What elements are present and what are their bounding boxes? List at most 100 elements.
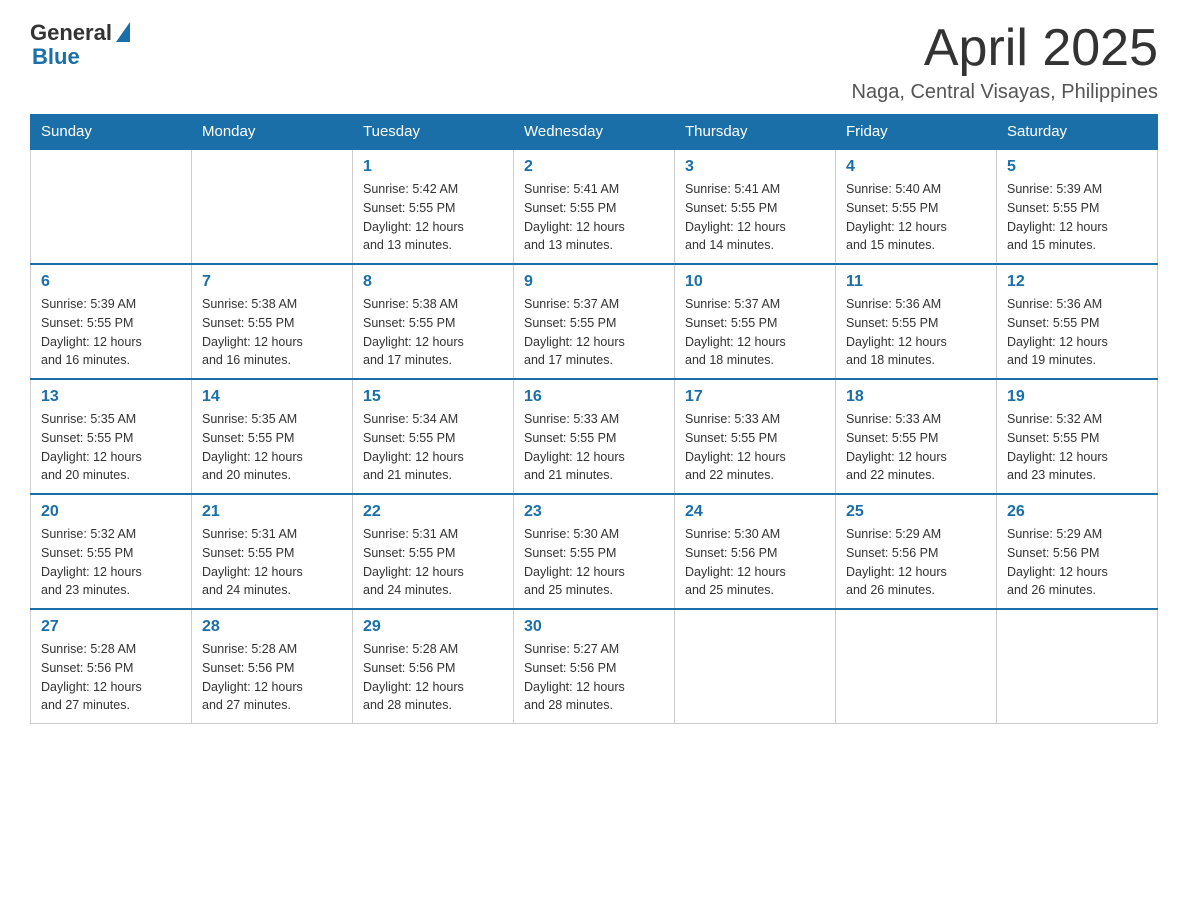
day-number: 20 xyxy=(41,503,181,521)
day-info: Sunrise: 5:31 AM Sunset: 5:55 PM Dayligh… xyxy=(202,525,342,600)
day-number: 13 xyxy=(41,388,181,406)
calendar-day-header: Sunday xyxy=(31,115,192,150)
calendar-day-header: Monday xyxy=(192,115,353,150)
day-number: 30 xyxy=(524,618,664,636)
logo-blue-text: Blue xyxy=(32,44,80,70)
calendar-cell: 11Sunrise: 5:36 AM Sunset: 5:55 PM Dayli… xyxy=(836,264,997,379)
day-number: 25 xyxy=(846,503,986,521)
day-number: 1 xyxy=(363,158,503,176)
day-number: 10 xyxy=(685,273,825,291)
calendar-week-row: 27 Sunrise: 5:28 AM Sunset: 5:56 PM Dayli… xyxy=(31,609,1158,724)
calendar-cell: 23Sunrise: 5:30 AM Sunset: 5:55 PM Dayli… xyxy=(514,494,675,609)
day-number: 26 xyxy=(1007,503,1147,521)
calendar-cell: 29 Sunrise: 5:28 AM Sunset: 5:56 PM Dayli… xyxy=(353,609,514,724)
day-number: 21 xyxy=(202,503,342,521)
day-number: 15 xyxy=(363,388,503,406)
calendar-cell: 17 Sunrise: 5:33 AM Sunset: 5:55 PM Dayli… xyxy=(675,379,836,494)
calendar-cell xyxy=(836,609,997,724)
calendar-cell: 16 Sunrise: 5:33 AM Sunset: 5:55 PM Dayli… xyxy=(514,379,675,494)
calendar-cell: 7 Sunrise: 5:38 AM Sunset: 5:55 PM Daylig… xyxy=(192,264,353,379)
day-number: 17 xyxy=(685,388,825,406)
day-number: 23 xyxy=(524,503,664,521)
calendar-cell: 12 Sunrise: 5:36 AM Sunset: 5:55 PM Dayli… xyxy=(997,264,1158,379)
calendar-day-header: Saturday xyxy=(997,115,1158,150)
title-section: April 2025 Naga, Central Visayas, Philip… xyxy=(852,20,1158,104)
day-number: 4 xyxy=(846,158,986,176)
day-number: 8 xyxy=(363,273,503,291)
calendar-cell: 5 Sunrise: 5:39 AM Sunset: 5:55 PM Daylig… xyxy=(997,149,1158,264)
calendar-cell xyxy=(675,609,836,724)
calendar-cell xyxy=(31,149,192,264)
calendar-cell: 2 Sunrise: 5:41 AM Sunset: 5:55 PM Daylig… xyxy=(514,149,675,264)
day-info: Sunrise: 5:35 AM Sunset: 5:55 PM Dayligh… xyxy=(202,410,342,485)
day-info: Sunrise: 5:39 AM Sunset: 5:55 PM Dayligh… xyxy=(41,295,181,370)
calendar-cell: 22Sunrise: 5:31 AM Sunset: 5:55 PM Dayli… xyxy=(353,494,514,609)
calendar-location: Naga, Central Visayas, Philippines xyxy=(852,81,1158,104)
day-info: Sunrise: 5:38 AM Sunset: 5:55 PM Dayligh… xyxy=(202,295,342,370)
day-number: 6 xyxy=(41,273,181,291)
day-info: Sunrise: 5:36 AM Sunset: 5:55 PM Dayligh… xyxy=(846,295,986,370)
calendar-day-header: Friday xyxy=(836,115,997,150)
day-info: Sunrise: 5:40 AM Sunset: 5:55 PM Dayligh… xyxy=(846,180,986,255)
day-info: Sunrise: 5:37 AM Sunset: 5:55 PM Dayligh… xyxy=(524,295,664,370)
day-info: Sunrise: 5:33 AM Sunset: 5:55 PM Dayligh… xyxy=(524,410,664,485)
day-number: 3 xyxy=(685,158,825,176)
day-info: Sunrise: 5:31 AM Sunset: 5:55 PM Dayligh… xyxy=(363,525,503,600)
calendar-day-header: Tuesday xyxy=(353,115,514,150)
day-info: Sunrise: 5:41 AM Sunset: 5:55 PM Dayligh… xyxy=(524,180,664,255)
day-number: 18 xyxy=(846,388,986,406)
day-info: Sunrise: 5:28 AM Sunset: 5:56 PM Dayligh… xyxy=(202,640,342,715)
calendar-table: SundayMondayTuesdayWednesdayThursdayFrid… xyxy=(30,114,1158,724)
day-info: Sunrise: 5:41 AM Sunset: 5:55 PM Dayligh… xyxy=(685,180,825,255)
calendar-cell: 4 Sunrise: 5:40 AM Sunset: 5:55 PM Daylig… xyxy=(836,149,997,264)
day-info: Sunrise: 5:36 AM Sunset: 5:55 PM Dayligh… xyxy=(1007,295,1147,370)
calendar-cell: 13 Sunrise: 5:35 AM Sunset: 5:55 PM Dayli… xyxy=(31,379,192,494)
calendar-cell: 15 Sunrise: 5:34 AM Sunset: 5:55 PM Dayli… xyxy=(353,379,514,494)
day-info: Sunrise: 5:28 AM Sunset: 5:56 PM Dayligh… xyxy=(41,640,181,715)
calendar-cell xyxy=(997,609,1158,724)
day-info: Sunrise: 5:38 AM Sunset: 5:55 PM Dayligh… xyxy=(363,295,503,370)
calendar-cell: 25 Sunrise: 5:29 AM Sunset: 5:56 PM Dayli… xyxy=(836,494,997,609)
day-info: Sunrise: 5:33 AM Sunset: 5:55 PM Dayligh… xyxy=(846,410,986,485)
day-number: 24 xyxy=(685,503,825,521)
day-number: 19 xyxy=(1007,388,1147,406)
day-number: 9 xyxy=(524,273,664,291)
calendar-week-row: 6 Sunrise: 5:39 AM Sunset: 5:55 PM Daylig… xyxy=(31,264,1158,379)
calendar-cell: 24 Sunrise: 5:30 AM Sunset: 5:56 PM Dayli… xyxy=(675,494,836,609)
day-number: 7 xyxy=(202,273,342,291)
calendar-cell: 27 Sunrise: 5:28 AM Sunset: 5:56 PM Dayli… xyxy=(31,609,192,724)
calendar-cell: 8 Sunrise: 5:38 AM Sunset: 5:55 PM Daylig… xyxy=(353,264,514,379)
day-info: Sunrise: 5:34 AM Sunset: 5:55 PM Dayligh… xyxy=(363,410,503,485)
day-info: Sunrise: 5:35 AM Sunset: 5:55 PM Dayligh… xyxy=(41,410,181,485)
day-info: Sunrise: 5:33 AM Sunset: 5:55 PM Dayligh… xyxy=(685,410,825,485)
calendar-cell: 6 Sunrise: 5:39 AM Sunset: 5:55 PM Daylig… xyxy=(31,264,192,379)
day-info: Sunrise: 5:32 AM Sunset: 5:55 PM Dayligh… xyxy=(41,525,181,600)
day-number: 16 xyxy=(524,388,664,406)
day-number: 27 xyxy=(41,618,181,636)
day-number: 2 xyxy=(524,158,664,176)
calendar-cell xyxy=(192,149,353,264)
day-number: 5 xyxy=(1007,158,1147,176)
day-info: Sunrise: 5:29 AM Sunset: 5:56 PM Dayligh… xyxy=(846,525,986,600)
logo-general-text: General xyxy=(30,20,112,46)
calendar-cell: 19Sunrise: 5:32 AM Sunset: 5:55 PM Dayli… xyxy=(997,379,1158,494)
day-info: Sunrise: 5:28 AM Sunset: 5:56 PM Dayligh… xyxy=(363,640,503,715)
page-header: General Blue April 2025 Naga, Central Vi… xyxy=(30,20,1158,104)
logo-triangle-icon xyxy=(116,22,130,42)
day-info: Sunrise: 5:37 AM Sunset: 5:55 PM Dayligh… xyxy=(685,295,825,370)
day-number: 12 xyxy=(1007,273,1147,291)
calendar-cell: 20 Sunrise: 5:32 AM Sunset: 5:55 PM Dayli… xyxy=(31,494,192,609)
calendar-cell: 18 Sunrise: 5:33 AM Sunset: 5:55 PM Dayli… xyxy=(836,379,997,494)
day-number: 14 xyxy=(202,388,342,406)
calendar-cell: 1Sunrise: 5:42 AM Sunset: 5:55 PM Daylig… xyxy=(353,149,514,264)
day-info: Sunrise: 5:39 AM Sunset: 5:55 PM Dayligh… xyxy=(1007,180,1147,255)
day-number: 29 xyxy=(363,618,503,636)
calendar-title: April 2025 xyxy=(852,20,1158,77)
calendar-header-row: SundayMondayTuesdayWednesdayThursdayFrid… xyxy=(31,115,1158,150)
calendar-cell: 3 Sunrise: 5:41 AM Sunset: 5:55 PM Daylig… xyxy=(675,149,836,264)
calendar-cell: 10 Sunrise: 5:37 AM Sunset: 5:55 PM Dayli… xyxy=(675,264,836,379)
day-info: Sunrise: 5:30 AM Sunset: 5:56 PM Dayligh… xyxy=(685,525,825,600)
day-info: Sunrise: 5:27 AM Sunset: 5:56 PM Dayligh… xyxy=(524,640,664,715)
logo: General Blue xyxy=(30,20,130,70)
calendar-cell: 28Sunrise: 5:28 AM Sunset: 5:56 PM Dayli… xyxy=(192,609,353,724)
